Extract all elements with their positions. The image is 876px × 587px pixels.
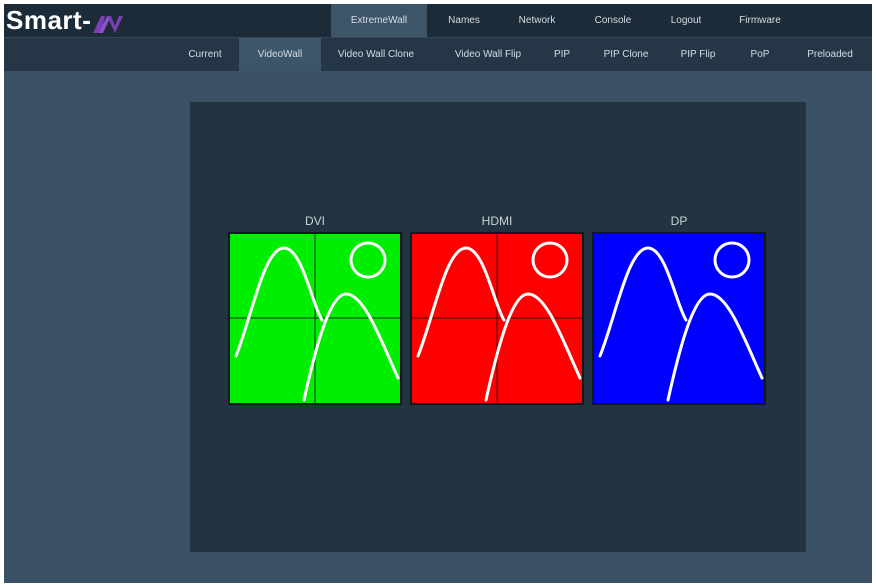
tab-extremewall[interactable]: ExtremeWall [331, 4, 427, 37]
subtab-videowall[interactable]: VideoWall [239, 38, 321, 71]
source-selection-panel: DVI HDMI DP [190, 102, 806, 552]
logo-text: Smart- [6, 4, 92, 35]
source-tile-hdmi[interactable] [410, 232, 584, 405]
subtab-video-wall-flip[interactable]: Video Wall Flip [444, 38, 532, 71]
subtab-pip[interactable]: PIP [544, 38, 580, 71]
tab-console[interactable]: Console [582, 4, 644, 37]
image-placeholder-icon [230, 234, 400, 403]
tab-firmware[interactable]: Firmware [726, 4, 794, 37]
subtab-current[interactable]: Current [176, 38, 234, 71]
tab-network[interactable]: Network [504, 4, 570, 37]
subtab-pip-clone[interactable]: PIP Clone [594, 38, 658, 71]
source-tile-dvi[interactable] [228, 232, 402, 405]
source-label-dp: DP [670, 214, 688, 228]
image-placeholder-icon [594, 234, 764, 403]
image-placeholder-icon [412, 234, 582, 403]
tab-logout[interactable]: Logout [656, 4, 716, 37]
source-label-hdmi: HDMI [481, 214, 513, 228]
subtab-pip-flip[interactable]: PIP Flip [672, 38, 724, 71]
subtab-preloaded[interactable]: Preloaded [796, 38, 864, 71]
page: Smart- ExtremeWall Names Network Console… [4, 4, 872, 583]
source-tile-dp[interactable] [592, 232, 766, 405]
subtab-video-wall-clone[interactable]: Video Wall Clone [326, 38, 426, 71]
brand-logo: Smart- [6, 5, 125, 35]
header-bar: Smart- ExtremeWall Names Network Console… [4, 4, 872, 37]
tab-names[interactable]: Names [434, 4, 494, 37]
subtab-pop[interactable]: PoP [738, 38, 782, 71]
av-logo-mark-icon [93, 10, 125, 33]
source-label-dvi: DVI [304, 214, 325, 228]
sub-nav-bar: Current VideoWall Video Wall Clone Video… [4, 37, 872, 71]
